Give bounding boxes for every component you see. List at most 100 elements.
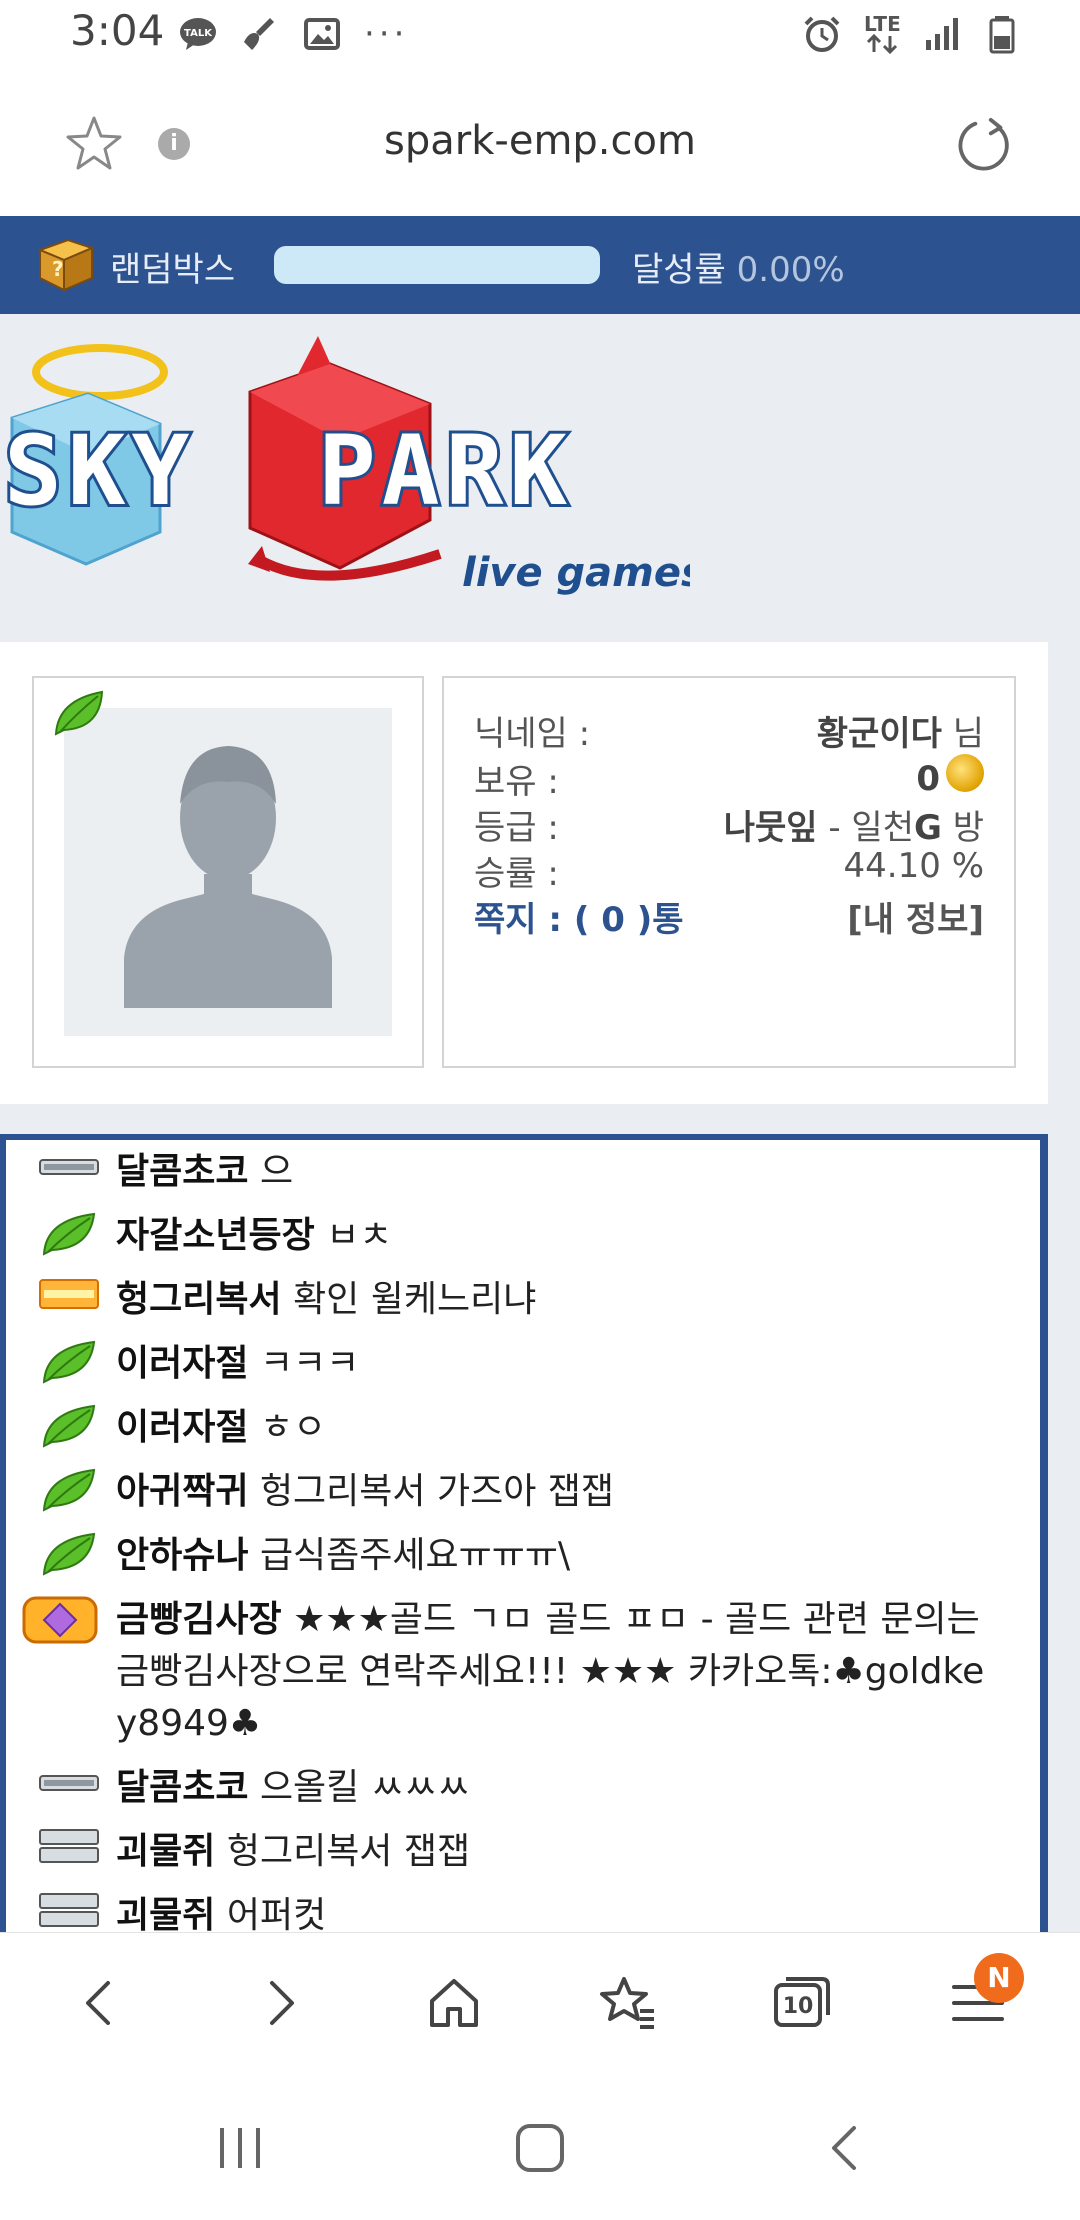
chat-text: 으올킬 ㅆㅆㅆ <box>259 1767 471 1808</box>
avatar[interactable] <box>64 708 392 1036</box>
balance-label: 보유 : <box>474 762 559 802</box>
messages-link[interactable]: 쪽지 : ( 0 )통 <box>474 892 684 941</box>
chat-message: 금빵김사장 ★★★골드 ㄱㅁ 골드 ㅍㅁ - 골드 관련 문의는금빵김사장으로 … <box>22 1594 1026 1750</box>
chat-message-text: 헝그리복서 확인 윌케느리냐 <box>26 1274 1026 1326</box>
chat-message: 자갈소년등장 ㅂㅊ <box>26 1210 1026 1262</box>
recent-apps-icon[interactable] <box>210 2118 270 2178</box>
chat-nickname[interactable]: 달콤초코 <box>116 1767 248 1808</box>
chat-nickname[interactable]: 아귀짝귀 <box>116 1471 248 1512</box>
chat-nickname[interactable]: 금빵김사장 <box>116 1599 282 1640</box>
status-icons-right: LTE <box>802 14 1022 54</box>
chat-nickname[interactable]: 자갈소년등장 <box>116 1215 315 1256</box>
nickname-row: 닉네임 : 황군이다 님 <box>474 706 984 756</box>
tabs-button[interactable]: 10 <box>770 1971 834 2035</box>
leaf-badge-icon <box>38 1210 100 1273</box>
winrate-label: 승률 : <box>474 854 559 894</box>
chat-text: ㅋㅋㅋ <box>259 1343 360 1384</box>
chat-text: 헝그리복서 잽잽 <box>226 1831 471 1872</box>
chat-text: ㅂㅊ <box>326 1215 393 1256</box>
chat-nickname[interactable]: 달콤초코 <box>116 1151 248 1192</box>
status-time: 3:04 <box>70 6 165 55</box>
profile-section: 닉네임 : 황군이다 님 보유 : 0 등급 : 나뭇잎 - 일천G 방 승률 … <box>0 642 1048 1104</box>
nickname-value: 황군이다 님 <box>816 714 984 754</box>
chat-nickname[interactable]: 괴물쥐 <box>116 1831 215 1872</box>
coin-icon <box>946 754 984 792</box>
chat-box[interactable]: 달콤초코 으 자갈소년등장 ㅂㅊ 헝그리복서 확인 윌케느리냐 이러자절 ㅋㅋㅋ 이러자… <box>0 1134 1048 1954</box>
chat-text: 으 <box>259 1151 294 1192</box>
stack-bar-badge-icon <box>38 1826 100 1881</box>
status-bar: 3:04 TALK ··· LTE <box>0 0 1080 72</box>
random-box-progress <box>274 246 600 284</box>
browser-url-bar: i spark-emp.com <box>0 72 1080 216</box>
logo-word-sky: SKY <box>4 415 195 527</box>
chat-message-text: 이러자절 ㅎㅇ <box>26 1402 1026 1454</box>
tabs-count: 10 <box>782 1994 814 2019</box>
winrate-value: 44.10 % <box>843 846 984 886</box>
chat-message-text: 괴물쥐 헝그리복서 잽잽 <box>26 1826 1026 1878</box>
svg-text:TALK: TALK <box>184 28 213 39</box>
signal-icon <box>926 18 958 50</box>
alarm-icon <box>804 16 840 52</box>
sky-park-logo[interactable]: SKY PARK live games <box>0 332 690 612</box>
leaf-badge-icon <box>38 1338 100 1401</box>
achievement-rate-value: 0.00% <box>736 250 845 290</box>
chat-message: 헝그리복서 확인 윌케느리냐 <box>26 1274 1026 1326</box>
leaf-badge-icon <box>38 1466 100 1529</box>
battery-icon <box>989 16 1015 54</box>
balance-row: 보유 : 0 <box>474 754 984 804</box>
grade-row: 등급 : 나뭇잎 - 일천G 방 <box>474 800 984 850</box>
chat-message: 괴물쥐 헝그리복서 잽잽 <box>26 1826 1026 1878</box>
silver-bar-badge-icon <box>38 1146 100 1201</box>
reload-icon[interactable] <box>956 116 1014 174</box>
bookmarks-icon[interactable] <box>596 1971 660 2035</box>
random-box-label: 랜덤박스 <box>110 250 236 290</box>
browser-bottom-nav: 10 N <box>0 1932 1080 2079</box>
profile-info-box: 닉네임 : 황군이다 님 보유 : 0 등급 : 나뭇잎 - 일천G 방 승률 … <box>442 676 1016 1068</box>
chat-text: 확인 윌케느리냐 <box>293 1279 537 1320</box>
chat-message: 안하슈나 급식좀주세요ㅠㅠㅠ\ <box>26 1530 1026 1582</box>
leaf-badge-icon <box>38 1530 100 1593</box>
chat-text: 헝그리복서 가즈아 잽잽 <box>259 1471 615 1512</box>
chat-nickname[interactable]: 이러자절 <box>116 1407 248 1448</box>
chat-message-text: 안하슈나 급식좀주세요ㅠㅠㅠ\ <box>26 1530 1026 1582</box>
chat-message-text: 이러자절 ㅋㅋㅋ <box>26 1338 1026 1390</box>
broom-icon <box>244 18 274 50</box>
chat-text: ★★★골드 ㄱㅁ 골드 ㅍㅁ - 골드 관련 문의는 <box>293 1599 980 1640</box>
grade-value: 나뭇잎 - 일천G 방 <box>723 808 984 848</box>
menu-notification-badge: N <box>974 1953 1024 2003</box>
nickname: 황군이다 <box>816 714 942 754</box>
status-icons-left: TALK ··· <box>178 14 408 54</box>
leaf-grade-icon <box>54 690 104 736</box>
forward-arrow-icon[interactable] <box>248 1971 312 2035</box>
random-box-bar[interactable]: ? 랜덤박스 달성률 0.00% <box>0 216 1080 314</box>
chat-message-text: 금빵김사장 ★★★골드 ㄱㅁ 골드 ㅍㅁ - 골드 관련 문의는 <box>26 1594 1026 1646</box>
chat-message: 이러자절 ㅋㅋㅋ <box>26 1338 1026 1390</box>
system-back-icon[interactable] <box>816 2118 876 2178</box>
winrate-row: 승률 : 44.10 % <box>474 846 984 896</box>
page-content: SKY PARK live games 닉네임 : 황군이다 님 보유 : 0 … <box>0 314 1080 1954</box>
home-icon[interactable] <box>422 1971 486 2035</box>
my-info-link[interactable]: [내 정보] <box>847 892 984 941</box>
chat-text-continued: 금빵김사장으로 연락주세요!!! ★★★ 카카오톡:♣goldke <box>116 1651 985 1692</box>
nickname-label: 닉네임 : <box>474 714 591 754</box>
silver-bar-badge-icon <box>38 1762 100 1817</box>
balance: 0 <box>916 759 940 799</box>
logo-tagline: live games <box>462 550 690 596</box>
gem-badge-icon <box>20 1594 100 1661</box>
leaf-badge-icon <box>38 1402 100 1465</box>
url-text[interactable]: spark-emp.com <box>0 118 1080 164</box>
system-home-icon[interactable] <box>510 2118 570 2178</box>
chat-text: ㅎㅇ <box>259 1407 327 1448</box>
grade-name: 나뭇잎 <box>723 808 818 848</box>
chat-nickname[interactable]: 이러자절 <box>116 1343 248 1384</box>
links-row: 쪽지 : ( 0 )통 [내 정보] <box>474 892 984 942</box>
logo-word-park: PARK <box>318 415 573 527</box>
back-arrow-icon[interactable] <box>68 1971 132 2035</box>
default-avatar-icon <box>124 746 332 1008</box>
chat-nickname[interactable]: 괴물쥐 <box>116 1895 215 1936</box>
svg-text:?: ? <box>52 257 64 281</box>
lte-indicator: LTE <box>862 14 902 54</box>
chat-nickname[interactable]: 헝그리복서 <box>116 1279 282 1320</box>
system-nav-bar <box>0 2078 1080 2220</box>
chat-nickname[interactable]: 안하슈나 <box>116 1535 248 1576</box>
